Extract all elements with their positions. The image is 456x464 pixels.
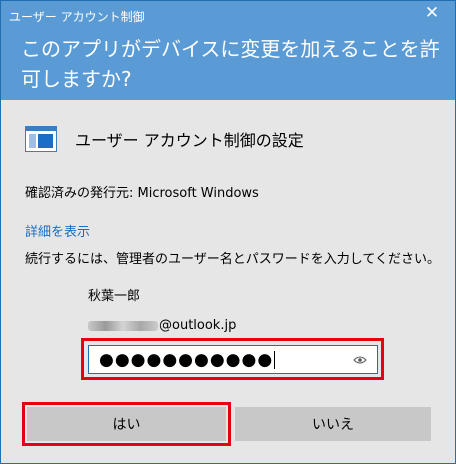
text-caret bbox=[274, 350, 276, 369]
dialog-header: ユーザー アカウント制御 ✕ このアプリがデバイスに変更を加えることを許可します… bbox=[1, 1, 455, 100]
email-domain: @outlook.jp bbox=[159, 318, 237, 333]
show-details-link[interactable]: 詳細を表示 bbox=[25, 221, 90, 240]
account-email: @outlook.jp bbox=[88, 318, 236, 333]
dialog-body: ユーザー アカウント制御の設定 確認済みの発行元: Microsoft Wind… bbox=[1, 100, 455, 463]
close-button[interactable]: ✕ bbox=[423, 3, 441, 23]
eye-icon[interactable] bbox=[353, 355, 367, 365]
close-icon: ✕ bbox=[424, 3, 440, 23]
app-info: ユーザー アカウント制御の設定 bbox=[25, 126, 304, 152]
uac-dialog: ユーザー アカウント制御 ✕ このアプリがデバイスに変更を加えることを許可します… bbox=[0, 0, 456, 464]
publisher-text: 確認済みの発行元: Microsoft Windows bbox=[25, 186, 259, 201]
yes-button[interactable]: はい bbox=[27, 407, 226, 441]
password-mask: ●●●●●●●●●●● bbox=[99, 349, 274, 370]
window-title: ユーザー アカウント制御 bbox=[9, 10, 145, 24]
instruction-text: 続行するには、管理者のユーザー名とパスワードを入力してください。 bbox=[25, 252, 440, 267]
app-name: ユーザー アカウント制御の設定 bbox=[75, 131, 304, 150]
account-username: 秋葉一郎 bbox=[88, 289, 141, 304]
no-button[interactable]: いいえ bbox=[235, 407, 431, 441]
window-icon bbox=[25, 126, 57, 152]
redacted-email-prefix bbox=[88, 320, 158, 331]
dialog-question: このアプリがデバイスに変更を加えることを許可しますか? bbox=[21, 37, 440, 91]
password-field[interactable]: ●●●●●●●●●●● bbox=[88, 345, 378, 374]
